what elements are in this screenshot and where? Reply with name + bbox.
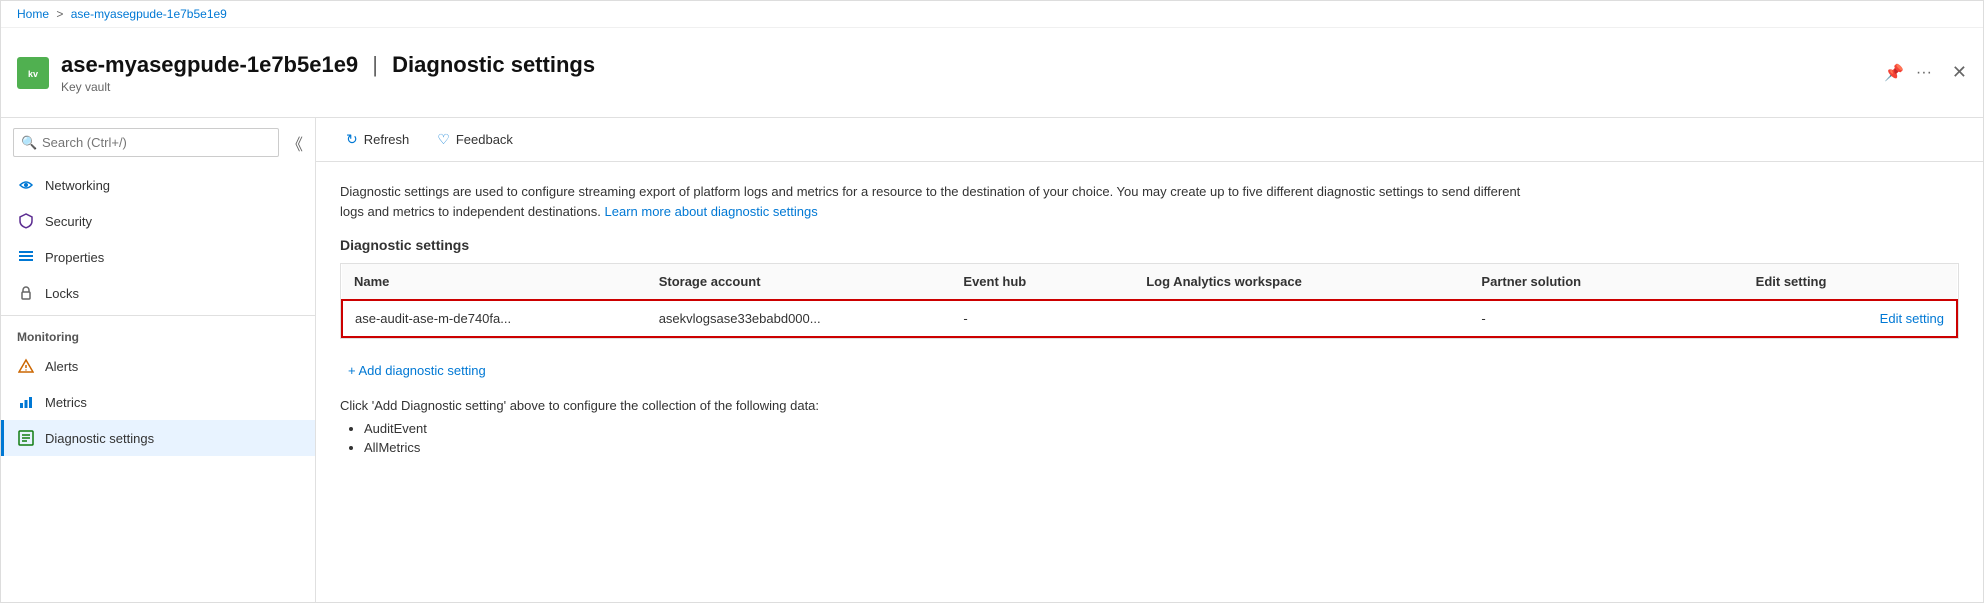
search-input[interactable] (13, 128, 279, 157)
sidebar-item-networking[interactable]: Networking (1, 167, 315, 203)
table-row: ase-audit-ase-m-de740fa... asekvlogsase3… (342, 300, 1957, 337)
search-icon: 🔍 (21, 135, 37, 151)
resource-title: ase-myasegpude-1e7b5e1e9 | Diagnostic se… (61, 52, 1868, 78)
top-bar: kv ase-myasegpude-1e7b5e1e9 | Diagnostic… (1, 28, 1983, 118)
sidebar-item-security-label: Security (45, 214, 92, 229)
sidebar-item-properties-label: Properties (45, 250, 104, 265)
alerts-icon (17, 357, 35, 375)
content-area: ↻ Refresh ♡ Feedback Diagnostic settings… (316, 118, 1983, 602)
content-toolbar: ↻ Refresh ♡ Feedback (316, 118, 1983, 162)
sidebar-item-locks-label: Locks (45, 286, 79, 301)
sidebar-item-security[interactable]: Security (1, 203, 315, 239)
sidebar-item-alerts[interactable]: Alerts (1, 348, 315, 384)
row-partner: - (1469, 300, 1743, 337)
security-icon (17, 212, 35, 230)
edit-setting-link[interactable]: Edit setting (1880, 311, 1944, 326)
sidebar-item-alerts-label: Alerts (45, 359, 78, 374)
sidebar-collapse-icon[interactable]: 《 (287, 131, 303, 155)
close-icon[interactable]: ✕ (1952, 62, 1967, 83)
row-name: ase-audit-ase-m-de740fa... (342, 300, 647, 337)
sidebar-item-networking-label: Networking (45, 178, 110, 193)
sidebar-item-metrics-label: Metrics (45, 395, 87, 410)
col-header-analytics: Log Analytics workspace (1134, 264, 1469, 300)
list-item-auditevent: AuditEvent (364, 421, 1959, 436)
row-eventhub: - (951, 300, 1134, 337)
feedback-icon: ♡ (437, 131, 450, 148)
resource-title-block: ase-myasegpude-1e7b5e1e9 | Diagnostic se… (61, 52, 1868, 94)
feedback-label: Feedback (456, 132, 513, 147)
sidebar-item-locks[interactable]: Locks (1, 275, 315, 311)
refresh-button[interactable]: ↻ Refresh (336, 126, 419, 153)
col-header-partner: Partner solution (1469, 264, 1743, 300)
sidebar-item-metrics[interactable]: Metrics (1, 384, 315, 420)
resource-subtitle: Key vault (61, 80, 1868, 94)
col-header-edit: Edit setting (1744, 264, 1957, 300)
properties-icon (17, 248, 35, 266)
feedback-button[interactable]: ♡ Feedback (427, 126, 523, 153)
row-storage: asekvlogsase33ebabd000... (647, 300, 952, 337)
sidebar-item-diagnostic-settings[interactable]: Diagnostic settings (1, 420, 315, 456)
col-header-eventhub: Event hub (951, 264, 1134, 300)
sidebar: 🔍 《 Networking Secur (1, 118, 316, 602)
content-body: Diagnostic settings are used to configur… (316, 162, 1983, 602)
learn-more-link[interactable]: Learn more about diagnostic settings (605, 204, 818, 219)
refresh-label: Refresh (364, 132, 410, 147)
sidebar-item-properties[interactable]: Properties (1, 239, 315, 275)
settings-table: Name Storage account Event hub Log Analy… (341, 264, 1958, 338)
section-title: Diagnostic settings (340, 237, 1959, 253)
svg-text:kv: kv (28, 69, 38, 79)
more-options-icon[interactable]: ··· (1916, 64, 1932, 82)
sidebar-divider (1, 315, 315, 316)
search-wrapper: 🔍 (13, 118, 279, 167)
main-layout: 🔍 《 Networking Secur (1, 118, 1983, 602)
metrics-icon (17, 393, 35, 411)
sidebar-item-diagnostic-label: Diagnostic settings (45, 431, 154, 446)
sidebar-list: Networking Security Properties (1, 167, 315, 602)
description-text: Diagnostic settings are used to configur… (340, 182, 1540, 221)
breadcrumb: Home > ase-myasegpude-1e7b5e1e9 (1, 1, 1983, 28)
table-header-row: Name Storage account Event hub Log Analy… (342, 264, 1957, 300)
pin-icon[interactable]: 📌 (1884, 63, 1904, 83)
breadcrumb-separator: > (56, 7, 63, 21)
breadcrumb-home[interactable]: Home (17, 7, 49, 21)
sidebar-header-row: 🔍 《 (1, 118, 315, 167)
list-item-allmetrics: AllMetrics (364, 440, 1959, 455)
monitoring-section-label: Monitoring (1, 320, 315, 348)
breadcrumb-current[interactable]: ase-myasegpude-1e7b5e1e9 (71, 7, 227, 21)
col-header-name: Name (342, 264, 647, 300)
bullet-list: AuditEvent AllMetrics (364, 421, 1959, 455)
add-diagnostic-setting-link[interactable]: + Add diagnostic setting (340, 359, 494, 382)
refresh-icon: ↻ (346, 131, 358, 148)
top-bar-actions: 📌 ··· ✕ (1884, 62, 1967, 83)
diagnostic-settings-table: Name Storage account Event hub Log Analy… (340, 263, 1959, 339)
resource-icon: kv (17, 57, 49, 89)
diagnostic-settings-icon (17, 429, 35, 447)
row-analytics (1134, 300, 1469, 337)
locks-icon (17, 284, 35, 302)
instructions-text: Click 'Add Diagnostic setting' above to … (340, 398, 1959, 413)
row-edit: Edit setting (1744, 300, 1957, 337)
col-header-storage: Storage account (647, 264, 952, 300)
networking-icon (17, 176, 35, 194)
